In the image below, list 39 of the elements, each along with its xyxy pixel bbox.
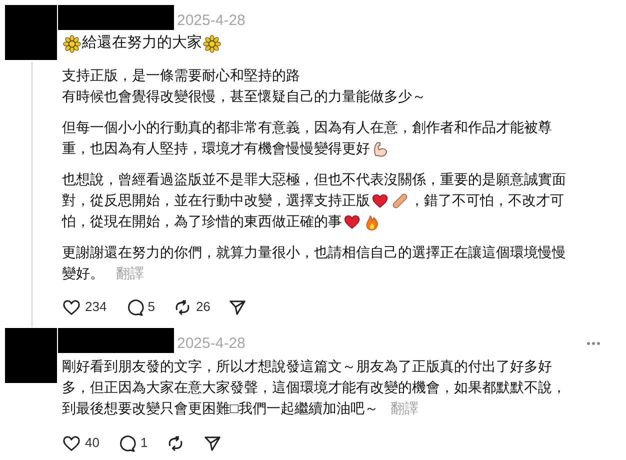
post-text: 有時候也會覺得改變很慢，甚至懷疑自己的力量能做多少～: [62, 87, 426, 106]
post-text: ，錯了不可怕，不改才可: [410, 191, 564, 210]
action-count: 234: [85, 298, 107, 316]
speech-bubble-icon: [117, 434, 136, 452]
comment-button[interactable]: 1: [117, 433, 148, 453]
post-text: 支持正版，是一條需要耐心和堅持的路: [62, 66, 300, 85]
heart-icon: [62, 434, 81, 452]
send-icon: [202, 434, 222, 452]
repost-button[interactable]: 26: [172, 297, 210, 317]
flower-icon: [63, 34, 81, 52]
post-text: 剛好看到朋友發的文字，所以才想說發這篇文～朋友為了正版真的付出了好多好: [62, 357, 552, 376]
like-button[interactable]: 234: [62, 297, 107, 317]
post-text: 也想說，曾經看過盜版並不是罪大惡極，但也不代表沒關係，重要的是願意誠實面: [62, 170, 566, 189]
post-text: 到最後想要改變只會更困難□我們一起繼續加油吧～: [62, 399, 378, 418]
post-date: 2025-4-28: [177, 12, 246, 30]
share-button[interactable]: [228, 298, 248, 316]
action-count: 1: [140, 434, 148, 452]
post-text: 怕，從現在開始，為了珍惜的東西做正確的事: [62, 212, 342, 231]
flexed-arm-icon: [371, 140, 389, 158]
heart-icon: [62, 298, 81, 316]
post-text: 給還在努力的大家: [82, 33, 202, 54]
action-count: 5: [148, 298, 155, 316]
post-text: 變好。: [62, 264, 104, 283]
heart-icon: [343, 212, 361, 230]
share-button[interactable]: [202, 434, 222, 452]
action-count: 40: [85, 434, 100, 452]
post-text: 對，從反思開始，並在行動中改變，選擇支持正版: [62, 191, 370, 210]
post-text: 更謝謝還在努力的你們，就算力量很小，也請相信自己的選擇正在讓這個環境慢慢: [62, 243, 566, 262]
post-text: 多，但正因為大家在意大家發聲，這個環境才能有改變的機會，如果都默默不說，: [62, 378, 566, 397]
post-text: 但每一個小小的行動真的都非常有意義，因為有人在意，創作者和作品才能被尊: [62, 118, 552, 137]
heart-icon: [371, 192, 389, 210]
flower-icon: [203, 34, 221, 52]
send-icon: [228, 298, 248, 316]
post-date: 2025-4-28: [177, 335, 246, 353]
more-options-button[interactable]: [585, 340, 602, 347]
like-button[interactable]: 40: [62, 433, 100, 453]
post-text: 重，也因為有人堅持，環境才有機會慢慢變得更好: [62, 139, 370, 158]
action-count: 26: [196, 298, 210, 316]
comment-button[interactable]: 5: [124, 297, 155, 317]
